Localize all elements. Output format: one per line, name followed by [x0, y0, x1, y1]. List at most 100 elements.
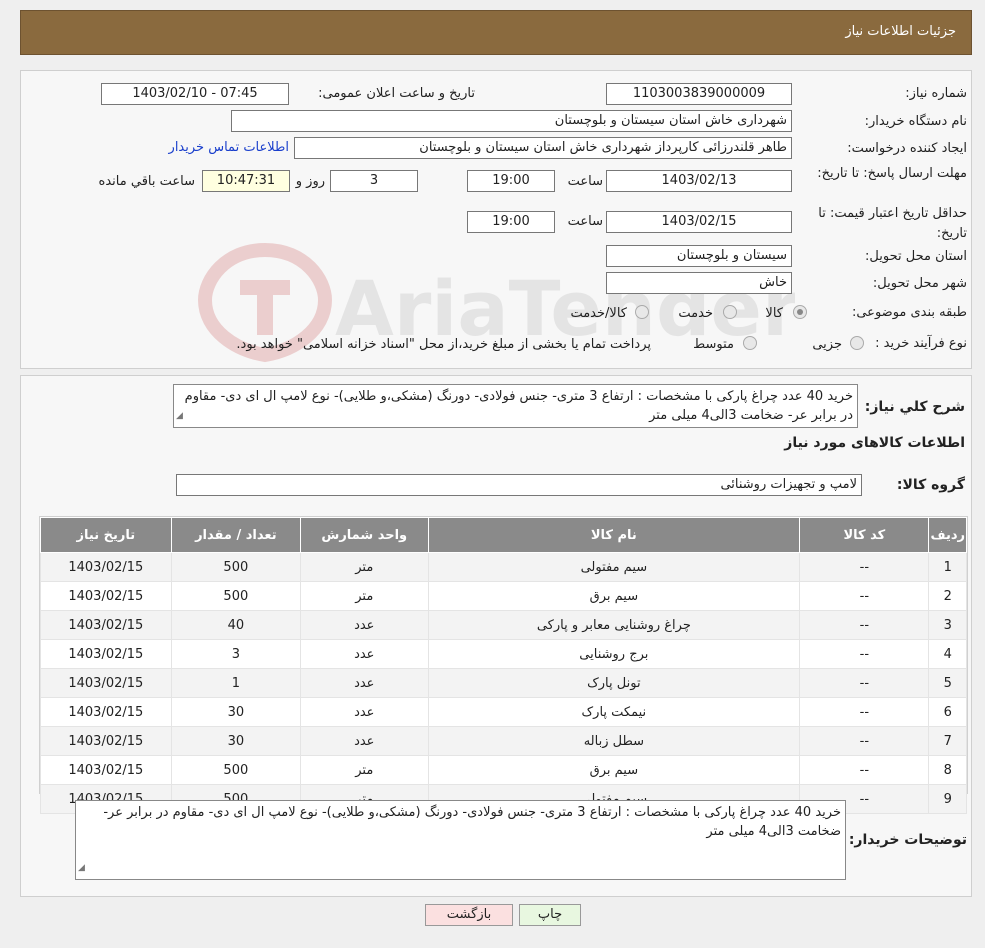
- table-cell: 6: [928, 697, 967, 727]
- table-row[interactable]: 8 -- سیم برق متر 500 1403/02/15: [40, 755, 967, 785]
- announce-label: تاریخ و ساعت اعلان عمومی:: [318, 86, 475, 101]
- deadline-time-field: 19:00: [467, 170, 555, 192]
- category-radio-service[interactable]: [723, 305, 737, 319]
- table-cell: سیم برق: [427, 755, 801, 785]
- table-row[interactable]: 3 -- چراغ روشنایی معابر و پارکی عدد 40 1403/0…: [40, 610, 967, 640]
- table-cell: 1403/02/15: [40, 697, 172, 727]
- table-header-cell: نام کالا: [427, 517, 801, 553]
- table-cell: سطل زباله: [427, 726, 801, 756]
- days-field: 3: [330, 170, 418, 192]
- buyer-org-label: نام دستگاه خریدار:: [864, 114, 967, 129]
- table-row[interactable]: 2 -- سیم برق متر 500 1403/02/15: [40, 581, 967, 611]
- summary-label: شرح کلي نياز:: [864, 399, 965, 415]
- table-cell: --: [799, 755, 930, 785]
- resize-grip-icon[interactable]: ◢: [176, 407, 183, 426]
- category-label: طبقه بندی موضوعی:: [851, 305, 967, 320]
- validity-time-label: ساعت: [567, 214, 603, 229]
- remaining-label: ساعت باقي مانده: [98, 174, 195, 189]
- buyer-contact-link[interactable]: اطلاعات تماس خریدار: [169, 140, 289, 155]
- table-row[interactable]: 7 -- سطل زباله عدد 30 1403/02/15: [40, 726, 967, 756]
- table-row[interactable]: 1 -- سیم مفتولی متر 500 1403/02/15: [40, 552, 967, 582]
- table-cell: 1403/02/15: [40, 755, 172, 785]
- table-cell: 9: [928, 784, 967, 814]
- announce-field: 1403/02/10 - 07:45: [101, 83, 289, 105]
- buyer-notes-label: توضیحات خریدار:: [848, 832, 967, 848]
- buyer-org-field: شهرداری خاش استان سیستان و بلوچستان: [231, 110, 792, 132]
- table-cell: 1: [928, 552, 967, 582]
- requester-field: طاهر قلندرزائی کارپرداز شهرداری خاش استا…: [294, 137, 792, 159]
- table-cell: --: [799, 610, 930, 640]
- table-cell: 5: [928, 668, 967, 698]
- table-cell: تونل پارک: [427, 668, 801, 698]
- page-header: جزئیات اطلاعات نیاز: [20, 10, 972, 55]
- remaining-time-field: 10:47:31: [202, 170, 290, 192]
- process-label: نوع فرآیند خرید :: [875, 336, 967, 351]
- validity-time-field: 19:00: [467, 211, 555, 233]
- deadline-label: مهلت ارسال پاسخ: تا تاریخ:: [817, 166, 967, 181]
- summary-text: خرید 40 عدد چراغ پارکی با مشخصات : ارتفا…: [184, 389, 853, 423]
- category-option-goods: کالا: [765, 306, 783, 321]
- table-cell: 1: [170, 668, 302, 698]
- page-title: جزئیات اطلاعات نیاز: [845, 24, 956, 39]
- resize-grip-icon[interactable]: ◢: [78, 859, 85, 878]
- city-field: خاش: [606, 272, 792, 294]
- back-button[interactable]: بازگشت: [425, 904, 513, 926]
- table-row[interactable]: 4 -- برج روشنایی عدد 3 1403/02/15: [40, 639, 967, 669]
- table-cell: 1403/02/15: [40, 668, 172, 698]
- table-cell: 8: [928, 755, 967, 785]
- table-cell: 7: [928, 726, 967, 756]
- process-option-medium: متوسط: [693, 337, 734, 352]
- table-cell: 1403/02/15: [40, 639, 172, 669]
- table-cell: --: [799, 639, 930, 669]
- table-cell: --: [799, 581, 930, 611]
- items-table: رديف کد کالا نام کالا واحد شمارش تعداد / مقد…: [40, 517, 967, 814]
- table-cell: 1403/02/15: [40, 581, 172, 611]
- table-cell: عدد: [300, 668, 429, 698]
- table-cell: 500: [170, 581, 302, 611]
- table-cell: --: [799, 697, 930, 727]
- table-header-row: رديف کد کالا نام کالا واحد شمارش تعداد / مقد…: [40, 517, 967, 553]
- table-cell: متر: [300, 755, 429, 785]
- days-label: روز و: [295, 174, 325, 189]
- category-radio-both[interactable]: [635, 305, 649, 319]
- table-cell: 30: [170, 726, 302, 756]
- table-cell: برج روشنایی: [427, 639, 801, 669]
- validity-label: حداقل تاریخ اعتبار قیمت: تا تاریخ:: [818, 206, 967, 241]
- table-cell: 40: [170, 610, 302, 640]
- buyer-notes-text: خرید 40 عدد چراغ پارکی با مشخصات : ارتفا…: [103, 805, 841, 839]
- category-option-both: کالا/خدمت: [570, 306, 627, 321]
- treasury-note: پرداخت تمام یا بخشی از مبلغ خرید،از محل …: [236, 337, 651, 352]
- table-row[interactable]: 6 -- نیمکت پارک عدد 30 1403/02/15: [40, 697, 967, 727]
- table-header-cell: کد کالا: [799, 517, 930, 553]
- process-radio-medium[interactable]: [743, 336, 757, 350]
- requester-label: ایجاد کننده درخواست:: [847, 141, 967, 156]
- table-cell: --: [799, 726, 930, 756]
- table-cell: نیمکت پارک: [427, 697, 801, 727]
- goods-section-title: اطلاعات کالاهای مورد نیاز: [784, 435, 965, 451]
- deadline-date-field: 1403/02/13: [606, 170, 792, 192]
- process-radio-minor[interactable]: [850, 336, 864, 350]
- category-radio-goods[interactable]: [793, 305, 807, 319]
- table-cell: 500: [170, 552, 302, 582]
- table-cell: سیم برق: [427, 581, 801, 611]
- table-cell: 1403/02/15: [40, 610, 172, 640]
- table-cell: 1403/02/15: [40, 552, 172, 582]
- category-option-service: خدمت: [678, 306, 713, 321]
- table-header-cell: واحد شمارش: [300, 517, 429, 553]
- summary-textarea[interactable]: خرید 40 عدد چراغ پارکی با مشخصات : ارتفا…: [173, 384, 858, 428]
- table-header-cell: رديف: [928, 517, 967, 553]
- goods-group-field: لامپ و تجهیزات روشنائی: [176, 474, 862, 496]
- table-cell: عدد: [300, 697, 429, 727]
- table-row[interactable]: 5 -- تونل پارک عدد 1 1403/02/15: [40, 668, 967, 698]
- goods-group-label: گروه کالا:: [896, 477, 965, 493]
- province-label: استان محل تحویل:: [865, 249, 967, 264]
- buyer-notes-textarea[interactable]: خرید 40 عدد چراغ پارکی با مشخصات : ارتفا…: [75, 800, 846, 880]
- table-cell: عدد: [300, 726, 429, 756]
- print-button[interactable]: چاپ: [519, 904, 581, 926]
- table-cell: عدد: [300, 610, 429, 640]
- items-table-frame: رديف کد کالا نام کالا واحد شمارش تعداد / مقد…: [39, 516, 968, 814]
- table-cell: 3: [170, 639, 302, 669]
- city-label: شهر محل تحویل:: [872, 276, 967, 291]
- need-number-label: شماره نیاز:: [905, 86, 967, 101]
- table-header-cell: تعداد / مقدار: [170, 517, 302, 553]
